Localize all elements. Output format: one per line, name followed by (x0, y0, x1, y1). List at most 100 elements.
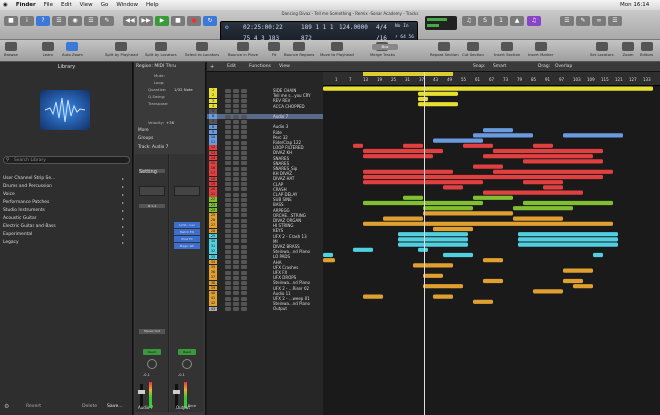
quantize-value[interactable]: 1/32 Note (174, 87, 193, 92)
menu-finder[interactable]: Finder (16, 2, 36, 8)
record-button[interactable] (241, 161, 247, 166)
solo-button[interactable] (233, 265, 239, 270)
mute-button[interactable] (225, 140, 231, 145)
track-row[interactable]: 43 Output (207, 306, 323, 311)
score-icon[interactable]: ♫ (527, 16, 541, 26)
playhead[interactable] (424, 72, 425, 415)
fx-slot[interactable]: Match EQ (174, 229, 200, 235)
more-disclosure[interactable]: More (138, 128, 149, 133)
record-button[interactable] (241, 202, 247, 207)
library-search-input[interactable]: ⚲ Search Library (3, 156, 130, 164)
record-button[interactable] (241, 286, 247, 291)
lcd-signature[interactable]: 4/4 (376, 24, 387, 31)
stop-button[interactable]: ■ (171, 16, 185, 26)
region[interactable] (353, 143, 363, 148)
region[interactable] (423, 273, 443, 278)
fit-tool[interactable]: Fit (268, 42, 280, 57)
mute-button[interactable] (225, 104, 231, 109)
mute-button[interactable] (225, 156, 231, 161)
solo-button[interactable] (233, 306, 239, 311)
record-button[interactable] (241, 239, 247, 244)
region[interactable] (433, 138, 483, 143)
fx-slot[interactable]: Phat FX (174, 236, 200, 242)
region[interactable] (403, 143, 423, 148)
solo-button[interactable] (233, 213, 239, 218)
zoom-tool[interactable]: Zoom (622, 42, 634, 57)
record-button[interactable] (241, 150, 247, 155)
record-button[interactable] (241, 114, 247, 119)
region[interactable] (473, 195, 513, 200)
solo-button[interactable] (233, 208, 239, 213)
pan-knob[interactable] (182, 359, 192, 369)
record-button[interactable] (241, 280, 247, 285)
regions-canvas[interactable] (323, 86, 660, 415)
mute-button[interactable] (225, 145, 231, 150)
record-button[interactable] (241, 104, 247, 109)
functions-menu[interactable]: Functions (249, 64, 271, 69)
library-item[interactable]: Legacy (3, 240, 19, 245)
solo-button[interactable] (233, 109, 239, 114)
region[interactable] (473, 133, 533, 138)
library-item[interactable]: Voice (3, 192, 15, 197)
region[interactable] (493, 148, 603, 154)
solo-button[interactable] (233, 187, 239, 192)
region[interactable] (523, 159, 603, 164)
browser-icon[interactable]: ☰ (608, 16, 622, 26)
library-item[interactable]: User Channel Strip Se... (3, 176, 55, 181)
region[interactable] (363, 200, 483, 206)
region[interactable] (443, 252, 473, 258)
mute-button[interactable] (225, 275, 231, 280)
library-item[interactable]: Electric Guitar and Bass (3, 224, 56, 229)
settings-gear-icon[interactable]: ⚙ (225, 24, 229, 31)
library-toggle-icon[interactable]: ■ (4, 16, 18, 26)
region[interactable] (483, 278, 503, 284)
library-item[interactable]: Studio Instruments (3, 208, 45, 213)
record-button[interactable] (241, 176, 247, 181)
add-track-icon[interactable]: + (210, 64, 214, 70)
region[interactable] (433, 294, 453, 299)
mute-button[interactable] (225, 234, 231, 239)
solo-button[interactable] (233, 296, 239, 301)
record-button[interactable] (241, 166, 247, 171)
region[interactable] (483, 190, 583, 195)
region[interactable] (323, 252, 333, 258)
solo-button[interactable] (233, 301, 239, 306)
mute-button[interactable] (225, 171, 231, 176)
library-item[interactable]: Drums and Percussion (3, 184, 52, 189)
region[interactable] (543, 185, 563, 190)
region[interactable] (518, 237, 618, 242)
learn-tool[interactable]: Learn (42, 42, 54, 57)
record-button[interactable] (241, 124, 247, 129)
mute-button[interactable] (225, 301, 231, 306)
record-button[interactable] (241, 291, 247, 296)
region[interactable] (383, 216, 423, 221)
snap-select[interactable]: Smart (493, 64, 506, 69)
solo-button[interactable] (233, 161, 239, 166)
region[interactable] (483, 154, 593, 159)
output-slot[interactable]: Stereo Out (139, 329, 165, 334)
mixer-icon[interactable]: ☰ (84, 16, 98, 26)
insert-marker-tool[interactable]: Insert Marker (528, 42, 553, 57)
region[interactable] (398, 242, 468, 247)
solo-button[interactable] (233, 275, 239, 280)
browse-tool[interactable]: Browse (4, 42, 18, 57)
list-editors-icon[interactable]: ☰ (560, 16, 574, 26)
solo-button[interactable] (233, 260, 239, 265)
library-item[interactable]: Acoustic Guitar (3, 216, 36, 221)
mute-button[interactable] (225, 286, 231, 291)
solo-button[interactable] (233, 286, 239, 291)
region[interactable] (403, 195, 423, 200)
split-locators-tool[interactable]: Split by Locators (145, 42, 177, 57)
mute-button[interactable] (225, 187, 231, 192)
record-button[interactable] (241, 135, 247, 140)
rewind-button[interactable]: ◀◀ (123, 16, 137, 26)
save-button[interactable]: Save... (107, 404, 123, 409)
solo-button[interactable] (233, 98, 239, 103)
input-slot[interactable]: M 1-2 (139, 204, 165, 208)
mute-button[interactable] (225, 135, 231, 140)
region[interactable] (518, 242, 618, 247)
setting-slot[interactable]: Setting (139, 169, 165, 175)
eq-thumbnail[interactable] (139, 186, 165, 196)
apple-menu-icon[interactable]: ◉ (3, 2, 8, 8)
bounce-regions-tool[interactable]: Bounce Regions (284, 42, 314, 57)
